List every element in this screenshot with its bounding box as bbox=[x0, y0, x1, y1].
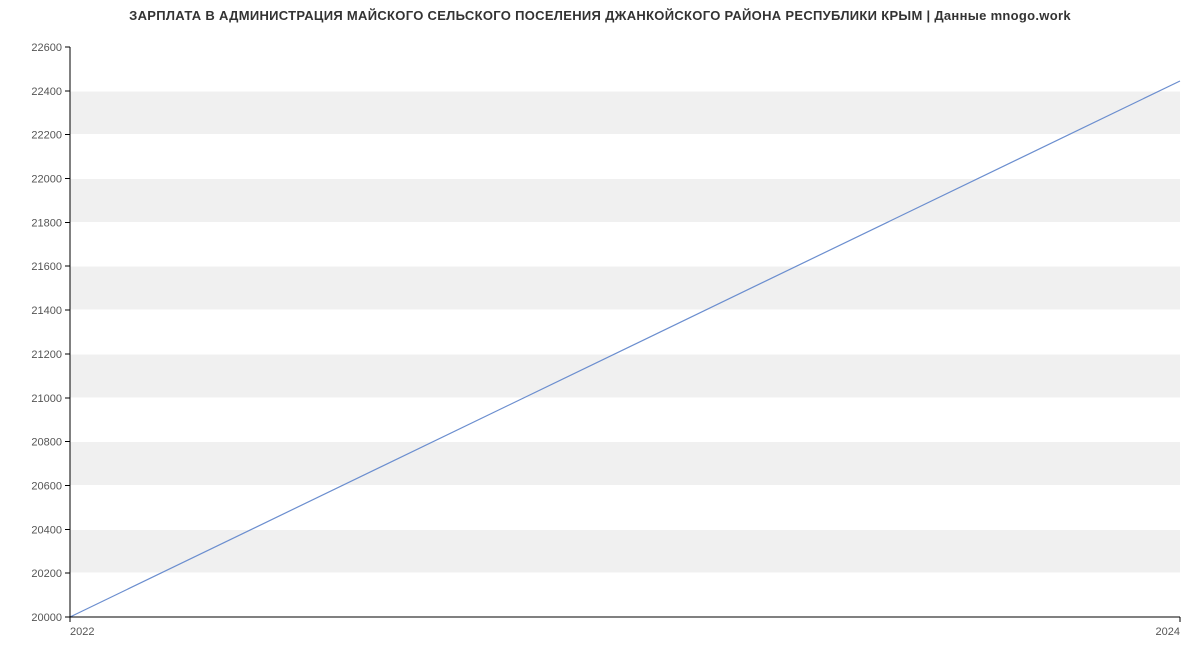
chart-svg: 20000 20200 20400 20600 20800 21000 21200 21400… bbox=[0, 27, 1200, 647]
y-tick-label: 21800 bbox=[31, 217, 62, 229]
y-tick-label: 22200 bbox=[31, 130, 62, 142]
y-tick-label: 21200 bbox=[31, 349, 62, 361]
y-tick-label: 22400 bbox=[31, 86, 62, 98]
chart-area: 20000 20200 20400 20600 20800 21000 21200 21400… bbox=[0, 27, 1200, 647]
y-tick-label: 21400 bbox=[31, 305, 62, 317]
y-tick-label: 21000 bbox=[31, 393, 62, 405]
y-tick-label: 20600 bbox=[31, 480, 62, 492]
y-tick-label: 22600 bbox=[31, 42, 62, 54]
x-tick-label: 2024 bbox=[1156, 626, 1180, 638]
y-tick-label: 20000 bbox=[31, 612, 62, 624]
y-tick-label: 20200 bbox=[31, 568, 62, 580]
y-tick-label: 20400 bbox=[31, 524, 62, 536]
y-tick-label: 20800 bbox=[31, 437, 62, 449]
y-tick-label: 21600 bbox=[31, 261, 62, 273]
chart-title: ЗАРПЛАТА В АДМИНИСТРАЦИЯ МАЙСКОГО СЕЛЬСК… bbox=[0, 0, 1200, 27]
y-tick-label: 22000 bbox=[31, 174, 62, 186]
x-tick-label: 2022 bbox=[70, 626, 94, 638]
